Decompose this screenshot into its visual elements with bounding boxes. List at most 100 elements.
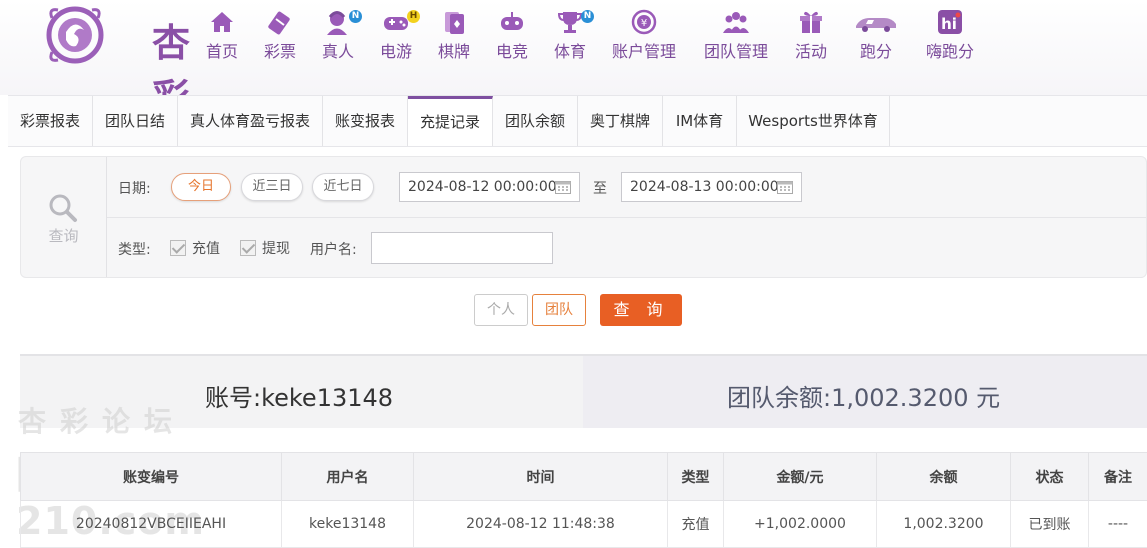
- quick-date-7days[interactable]: 近七日: [312, 173, 374, 201]
- search-section: 查询: [21, 157, 107, 277]
- type-withdraw-label: 提现: [262, 241, 290, 257]
- nav-team[interactable]: 团队管理: [702, 8, 770, 62]
- start-date-input[interactable]: 2024-08-12 00:00:00: [399, 172, 580, 202]
- nav-home-label: 首页: [205, 42, 238, 61]
- table-header-row: 账变编号 用户名 时间 类型 金额/元 余额 状态 备注: [20, 452, 1147, 501]
- username-label: 用户名:: [310, 242, 357, 258]
- tab-live-sports-pnl[interactable]: 真人体育盈亏报表: [178, 96, 323, 146]
- tab-team-balance[interactable]: 团队余额: [493, 96, 578, 146]
- cards-icon: [445, 12, 464, 34]
- calendar-icon[interactable]: [777, 180, 793, 194]
- nav-live-label: 真人: [321, 42, 354, 61]
- cell-id: 20240812VBCEIIEAHI: [20, 500, 282, 548]
- checkbox-box[interactable]: [240, 240, 256, 256]
- report-tabs: 彩票报表 团队日结 真人体育盈亏报表 账变报表 充提记录 团队余额 奥丁棋牌 I…: [8, 95, 1147, 147]
- nav-home[interactable]: 首页: [204, 8, 240, 62]
- cell-status: 已到账: [1010, 500, 1089, 548]
- tab-odin-cards[interactable]: 奥丁棋牌: [578, 96, 663, 146]
- tab-im-sports[interactable]: IM体育: [663, 96, 737, 146]
- filter-panel: 查询 日期: 今日 近三日 近七日 2024-08-12 00:00:00 至 …: [20, 156, 1147, 278]
- query-button[interactable]: 查 询: [600, 294, 682, 326]
- calendar-icon[interactable]: [555, 180, 571, 194]
- col-header-balance: 余额: [876, 452, 1011, 501]
- table-row[interactable]: 20240812VBCEIIEAHI keke13148 2024-08-12 …: [20, 500, 1147, 548]
- col-header-type: 类型: [667, 452, 724, 501]
- cell-username: keke13148: [281, 500, 414, 548]
- svg-text:¥: ¥: [641, 18, 647, 29]
- team-icon: [723, 12, 749, 33]
- type-deposit-label: 充值: [192, 241, 220, 257]
- col-header-status: 状态: [1010, 452, 1089, 501]
- gift-icon: [800, 11, 822, 33]
- lottery-ticket-icon: [268, 11, 290, 35]
- start-date-value: 2024-08-12 00:00:00: [408, 179, 557, 195]
- brand-logo[interactable]: 杏彩: [44, 4, 204, 120]
- search-section-label: 查询: [48, 227, 79, 245]
- svg-text:hi: hi: [941, 15, 957, 33]
- col-header-time: 时间: [413, 452, 668, 501]
- cell-remark: ----: [1088, 500, 1147, 548]
- search-icon: [49, 194, 77, 222]
- nav-esports[interactable]: 电竞: [494, 8, 530, 62]
- nav-paofen[interactable]: 跑分: [851, 8, 901, 62]
- type-deposit-checkbox[interactable]: 充值: [170, 238, 220, 258]
- esports-controller-icon: [501, 12, 523, 30]
- end-date-input[interactable]: 2024-08-13 00:00:00: [621, 172, 802, 202]
- tab-account-change[interactable]: 账变报表: [323, 96, 408, 146]
- quick-date-3days[interactable]: 近三日: [241, 173, 303, 201]
- nav-lottery-label: 彩票: [263, 42, 296, 61]
- cell-balance: 1,002.3200: [876, 500, 1011, 548]
- cell-time: 2024-08-12 11:48:38: [413, 500, 668, 548]
- nav-hi-paofen[interactable]: hi 嗨跑分: [924, 8, 976, 62]
- quick-date-today[interactable]: 今日: [171, 173, 231, 201]
- hi-icon: hi: [938, 10, 962, 34]
- nav-cards[interactable]: 棋牌: [436, 8, 472, 62]
- nav-hi-paofen-label: 嗨跑分: [925, 42, 974, 61]
- top-header: 杏彩 首页 彩票 N 真人 H 电游 棋牌 电竞 N 体育 ¥ 账户管理 团队管…: [0, 0, 1147, 120]
- gamepad-icon: [384, 17, 408, 30]
- nav-lottery[interactable]: 彩票: [262, 8, 298, 62]
- nav-egames-label: 电游: [379, 42, 412, 61]
- nav-live-badge: N: [349, 10, 362, 23]
- username-input[interactable]: [371, 232, 553, 264]
- date-label: 日期:: [118, 181, 151, 197]
- nav-live[interactable]: N 真人: [320, 8, 362, 62]
- trophy-icon: [557, 12, 583, 33]
- nav-egames-badge: H: [407, 10, 420, 23]
- watermark-line1: 杏彩论坛: [18, 405, 187, 438]
- tab-deposit-withdraw[interactable]: 充提记录: [408, 96, 493, 146]
- live-dealer-icon: [327, 11, 347, 35]
- type-label: 类型:: [118, 242, 151, 258]
- row-divider: [107, 217, 1146, 218]
- person-toggle-button[interactable]: 个人: [474, 294, 528, 326]
- nav-egames[interactable]: H 电游: [378, 8, 420, 62]
- nav-team-label: 团队管理: [703, 42, 768, 61]
- nav-account[interactable]: ¥ 账户管理: [610, 8, 678, 62]
- col-header-id: 账变编号: [20, 452, 282, 501]
- nav-esports-label: 电竞: [495, 42, 528, 61]
- nav-sports-badge: N: [581, 10, 594, 23]
- nav-activity[interactable]: 活动: [793, 8, 829, 62]
- col-header-remark: 备注: [1088, 452, 1147, 501]
- records-table: 账变编号 用户名 时间 类型 金额/元 余额 状态 备注 20240812VBC…: [20, 452, 1147, 548]
- running-car-icon: [856, 18, 896, 32]
- end-date-value: 2024-08-13 00:00:00: [630, 179, 779, 195]
- tab-lottery-report[interactable]: 彩票报表: [8, 96, 93, 146]
- nav-activity-label: 活动: [794, 42, 827, 61]
- nav-sports[interactable]: N 体育: [552, 8, 594, 62]
- yen-coin-icon: ¥: [631, 9, 657, 35]
- to-label: 至: [593, 181, 607, 197]
- tab-wesports[interactable]: Wesports世界体育: [737, 96, 890, 146]
- team-balance-summary: 团队余额:1,002.3200 元: [727, 384, 1001, 412]
- cell-type: 充值: [667, 500, 724, 548]
- col-header-username: 用户名: [281, 452, 414, 501]
- type-withdraw-checkbox[interactable]: 提现: [240, 238, 290, 258]
- nav-cards-label: 棋牌: [437, 42, 470, 61]
- logo-emblem-icon: [46, 6, 104, 64]
- home-icon: [211, 12, 233, 32]
- checkbox-box[interactable]: [170, 240, 186, 256]
- cell-amount: +1,002.0000: [723, 500, 877, 548]
- nav-account-label: 账户管理: [611, 42, 676, 61]
- team-toggle-button[interactable]: 团队: [532, 294, 586, 326]
- tab-team-daily[interactable]: 团队日结: [93, 96, 178, 146]
